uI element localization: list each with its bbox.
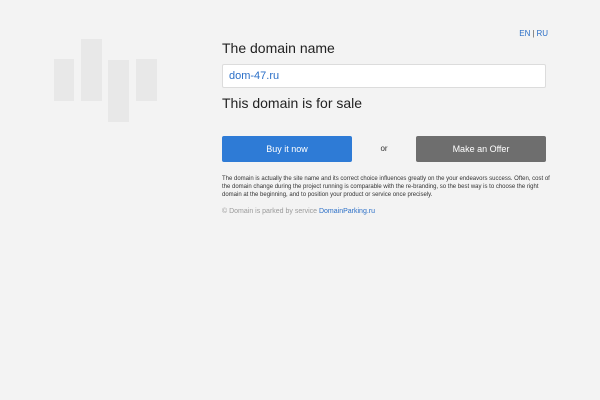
action-row: Buy it now or Make an Offer (222, 136, 546, 162)
footer-text: © Domain is parked by service (222, 208, 318, 215)
domain-name-field: dom-47.ru (222, 64, 546, 88)
description-text: The domain is actually the site name and… (222, 176, 550, 198)
make-offer-button[interactable]: Make an Offer (416, 136, 546, 162)
for-sale-heading: This domain is for sale (222, 95, 363, 111)
logo-bar (108, 60, 129, 122)
footer: © Domain is parked by service DomainPark… (222, 208, 546, 215)
logo-bar (54, 59, 74, 101)
lang-en-link[interactable]: EN (519, 29, 530, 38)
logo-bar (136, 59, 157, 101)
language-switch: EN | RU (519, 29, 548, 38)
logo-bar (81, 39, 102, 101)
page-title: The domain name (222, 40, 335, 56)
logo (54, 38, 158, 122)
lang-separator: | (532, 29, 535, 38)
lang-ru-link[interactable]: RU (536, 29, 548, 38)
page: EN | RU The domain name dom-47.ru This dom… (0, 0, 600, 400)
domainparking-link[interactable]: DomainParking.ru (319, 208, 375, 215)
main-content: The domain name dom-47.ru This domain is… (222, 38, 550, 215)
